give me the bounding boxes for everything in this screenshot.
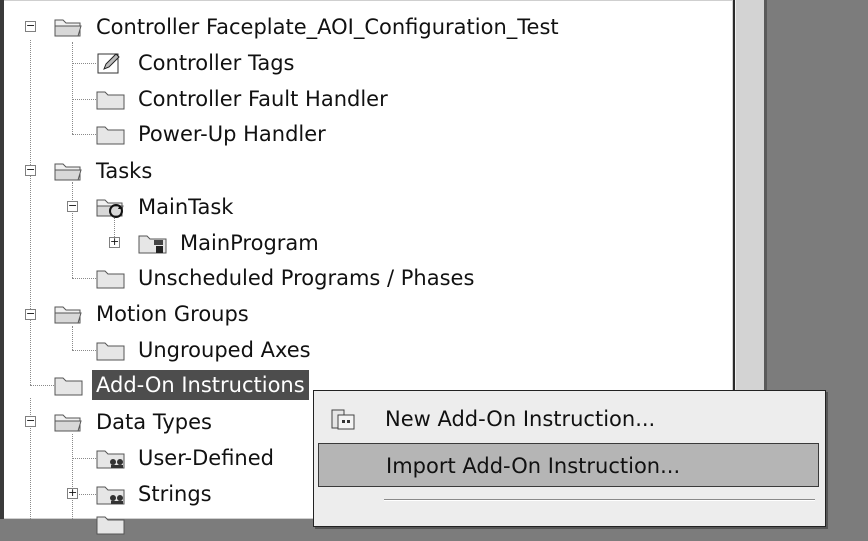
- tree-line: [72, 326, 73, 350]
- folder-open-icon: [52, 409, 86, 435]
- folder-icon: [94, 511, 128, 537]
- expand-mainprogram-toggle[interactable]: +: [109, 236, 120, 248]
- tree-line: [72, 458, 96, 459]
- tree-node-controller-tags[interactable]: Controller Tags: [94, 48, 298, 78]
- tree-node-label: Controller Tags: [138, 51, 295, 75]
- tree-node-strings[interactable]: Strings: [94, 479, 216, 509]
- tree-node-power-up-handler[interactable]: Power-Up Handler: [94, 119, 330, 149]
- datatype-folder-icon: [94, 481, 128, 507]
- new-aoi-icon: [328, 406, 358, 436]
- tree-line: [72, 278, 96, 279]
- tree-line: [72, 182, 73, 278]
- tree-line: [72, 434, 73, 519]
- tree-node-label: Power-Up Handler: [138, 122, 326, 146]
- tree-node-partial: [94, 509, 128, 539]
- tree-node-label: Add-On Instructions: [92, 370, 309, 400]
- tree-node-motion-groups[interactable]: Motion Groups: [52, 299, 253, 329]
- menu-item-label: New Add-On Instruction...: [385, 407, 656, 431]
- tree-node-label: Motion Groups: [96, 302, 249, 326]
- tree-line: [72, 99, 96, 100]
- tree-line: [72, 42, 73, 134]
- tree-line: [72, 350, 96, 351]
- folder-icon: [94, 337, 128, 363]
- tree-node-controller-fault-handler[interactable]: Controller Fault Handler: [94, 84, 392, 114]
- tree-node-add-on-instructions[interactable]: Add-On Instructions: [52, 370, 309, 400]
- expand-strings-toggle[interactable]: +: [67, 487, 78, 499]
- tree-node-unscheduled-programs[interactable]: Unscheduled Programs / Phases: [94, 263, 478, 293]
- folder-icon: [94, 121, 128, 147]
- datatype-folder-icon: [94, 445, 128, 471]
- tree-node-controller[interactable]: Controller Faceplate_AOI_Configuration_T…: [52, 12, 563, 42]
- folder-icon: [52, 372, 86, 398]
- tree-node-mainprogram[interactable]: MainProgram: [136, 228, 323, 258]
- tree-node-label: Controller Faceplate_AOI_Configuration_T…: [96, 15, 559, 39]
- tree-node-label: MainProgram: [180, 231, 319, 255]
- collapse-motion-groups-toggle[interactable]: −: [25, 308, 36, 320]
- tags-edit-icon: [94, 50, 128, 76]
- tree-node-label: Data Types: [96, 410, 212, 434]
- folder-open-icon: [52, 301, 86, 327]
- tree-node-label: MainTask: [138, 195, 234, 219]
- folder-open-icon: [52, 158, 86, 184]
- tree-line: [30, 40, 31, 385]
- collapse-maintask-toggle[interactable]: −: [67, 200, 78, 212]
- context-menu: New Add-On Instruction... Import Add-On …: [313, 390, 826, 527]
- tree-node-user-defined[interactable]: User-Defined: [94, 443, 278, 473]
- tree-line: [30, 385, 54, 386]
- tree-node-maintask[interactable]: MainTask: [94, 192, 237, 222]
- menu-item-label: Import Add-On Instruction...: [386, 454, 681, 478]
- tree-line: [72, 134, 96, 135]
- tree-node-data-types[interactable]: Data Types: [52, 407, 216, 437]
- tree-node-tasks[interactable]: Tasks: [52, 156, 156, 186]
- folder-icon: [94, 86, 128, 112]
- collapse-controller-toggle[interactable]: −: [25, 20, 36, 32]
- tree-node-label: Controller Fault Handler: [138, 87, 388, 111]
- tree-line: [72, 63, 96, 64]
- tree-node-label: Tasks: [96, 159, 153, 183]
- folder-open-icon: [52, 14, 86, 40]
- folder-icon: [94, 265, 128, 291]
- program-icon: [136, 230, 170, 256]
- menu-separator: [384, 499, 815, 501]
- tree-node-ungrouped-axes[interactable]: Ungrouped Axes: [94, 335, 315, 365]
- panel-left-edge: [0, 0, 4, 519]
- tree-node-label: Unscheduled Programs / Phases: [138, 266, 475, 290]
- task-cycle-icon: [94, 194, 128, 220]
- import-add-on-instruction-menu-item[interactable]: Import Add-On Instruction...: [318, 443, 819, 487]
- collapse-tasks-toggle[interactable]: −: [25, 164, 36, 176]
- tree-node-label: User-Defined: [138, 446, 274, 470]
- collapse-data-types-toggle[interactable]: −: [25, 415, 36, 427]
- tree-node-label: Ungrouped Axes: [138, 338, 311, 362]
- new-add-on-instruction-menu-item[interactable]: New Add-On Instruction...: [318, 397, 819, 441]
- tree-node-label: Strings: [138, 482, 212, 506]
